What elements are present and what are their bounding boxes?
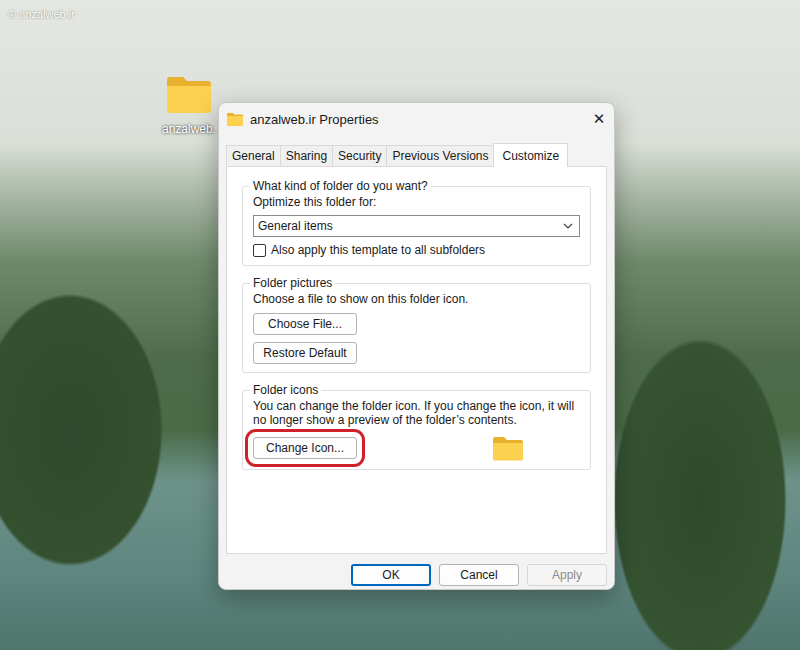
dialog-footer: OK Cancel Apply [219, 554, 614, 586]
folder-icon [165, 74, 213, 114]
desktop-folder-label: anzalweb. [162, 122, 216, 136]
tab[interactable]: Security [332, 145, 387, 166]
optimize-dropdown[interactable]: General items [253, 215, 580, 237]
folder-icon [227, 112, 243, 126]
chevron-down-icon [563, 223, 573, 229]
picture-button[interactable]: Restore Default [253, 342, 357, 364]
folder-icons-group: Folder icons You can change the folder ic… [242, 383, 591, 470]
tab[interactable]: Customize [493, 143, 568, 167]
icons-text: You can change the folder icon. If you c… [253, 399, 580, 427]
tab[interactable]: Sharing [280, 145, 333, 166]
desktop: © anzalweb.iranzalweb.anzalweb.ir Proper… [0, 0, 800, 650]
desktop-folder[interactable]: anzalweb. [160, 74, 218, 136]
checkbox-label: Also apply this template to all subfolde… [271, 243, 485, 257]
window-title: anzalweb.ir Properties [250, 112, 577, 127]
tab-strip: GeneralSharingSecurityPrevious VersionsC… [219, 134, 614, 166]
tab[interactable]: General [226, 145, 281, 166]
footer-button[interactable]: OK [351, 564, 431, 586]
watermark: © anzalweb.ir [8, 8, 75, 20]
picture-button[interactable]: Choose File... [253, 313, 357, 335]
checkbox-box[interactable] [253, 244, 266, 257]
optimize-label: Optimize this folder for: [253, 195, 580, 209]
pictures-text: Choose a file to show on this folder ico… [253, 292, 580, 306]
dropdown-value: General items [258, 219, 333, 233]
close-button[interactable]: ✕ [584, 110, 614, 128]
group-title: Folder pictures [250, 276, 335, 290]
group-title: What kind of folder do you want? [250, 179, 431, 193]
change-icon-button[interactable]: Change Icon... [253, 437, 357, 459]
folder-pictures-group: Folder pictures Choose a file to show on … [242, 276, 591, 373]
folder-icon [492, 435, 524, 461]
subfolders-checkbox[interactable]: Also apply this template to all subfolde… [253, 243, 580, 257]
footer-button[interactable]: Cancel [439, 564, 519, 586]
folder-template-group: What kind of folder do you want? Optimize… [242, 179, 591, 266]
tab-panel: What kind of folder do you want? Optimize… [226, 166, 607, 554]
tab[interactable]: Previous Versions [386, 145, 494, 166]
title-bar: anzalweb.ir Properties ✕ [219, 104, 614, 134]
group-title: Folder icons [250, 383, 321, 397]
properties-dialog: anzalweb.ir Properties ✕ GeneralSharingSec… [218, 102, 615, 590]
footer-button: Apply [527, 564, 607, 586]
